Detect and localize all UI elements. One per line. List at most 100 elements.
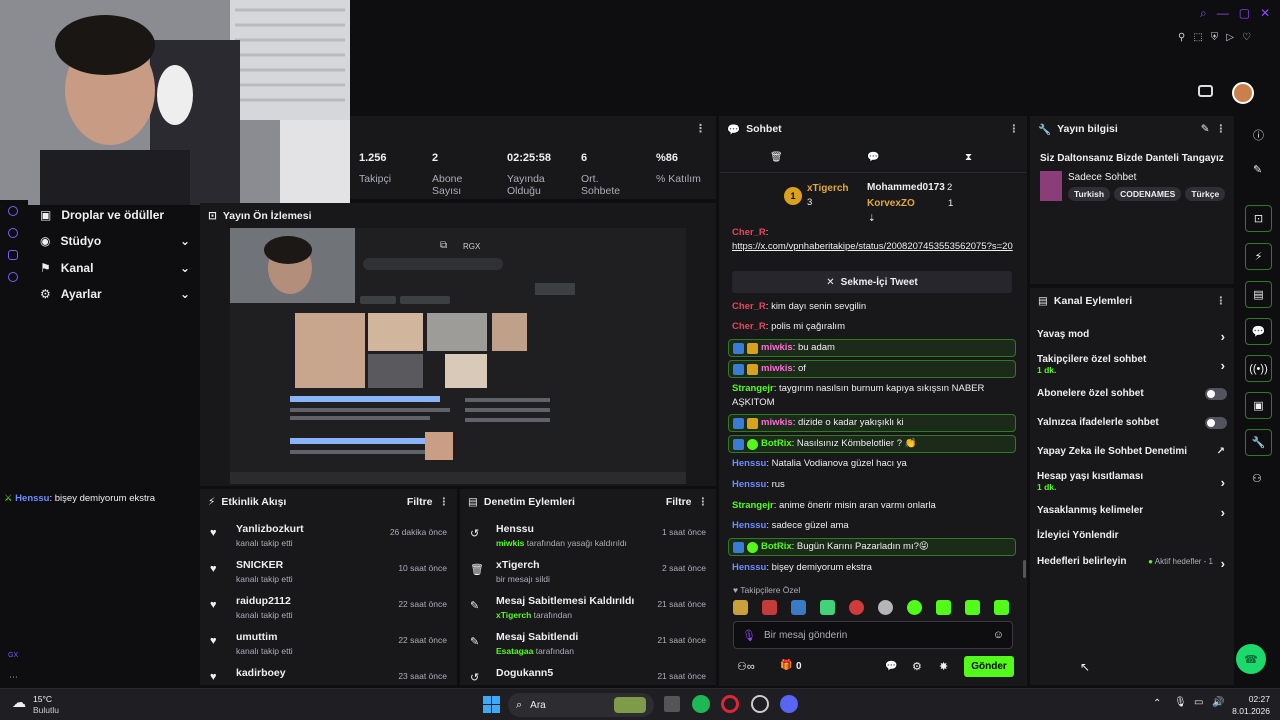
chat-username[interactable]: miwkis	[761, 342, 793, 353]
chat-username[interactable]: miwkis	[761, 417, 793, 428]
kebab-menu-icon[interactable]: ⋮	[1009, 123, 1020, 135]
maximize-icon[interactable]: ▢	[1239, 6, 1250, 21]
subscribers-only-action[interactable]: Abonelere özel sohbet	[1037, 388, 1227, 400]
chat-link[interactable]: https://x.com/vpnhaberitakipe/status/200…	[732, 241, 1013, 252]
inline-tweet-button[interactable]: ✕ Sekme-İçi Tweet	[732, 271, 1012, 293]
camera-icon[interactable]: ⊡	[1245, 205, 1272, 232]
chat-username[interactable]: Henssu	[732, 520, 766, 531]
avatar[interactable]	[1232, 82, 1254, 104]
broadcast-icon[interactable]: ((•))	[1245, 355, 1272, 382]
category-thumbnail[interactable]	[1040, 171, 1062, 201]
wrench-icon[interactable]: 🔧	[1245, 429, 1272, 456]
chat-username[interactable]: Henssu	[732, 479, 766, 490]
filter-button[interactable]: Filtre	[407, 496, 433, 508]
emote-icon[interactable]	[791, 600, 806, 615]
activity-user[interactable]: umuttim	[236, 631, 293, 643]
shield-icon[interactable]: ⛨	[1211, 32, 1219, 43]
more-icon[interactable]: ⋯	[9, 672, 18, 683]
nav-studio[interactable]: ◉ Stüdyo ⌄	[40, 234, 190, 248]
play-icon[interactable]: ▷	[1226, 32, 1234, 43]
chat-input[interactable]: 🎙 Bir mesaj gönderin ☺	[733, 621, 1013, 649]
chat-scrollbar[interactable]	[1023, 560, 1026, 578]
windows-start-icon[interactable]	[483, 696, 500, 713]
account-age-action[interactable]: Hesap yaşı kısıtlaması 1 dk. ›	[1037, 471, 1227, 492]
chat-username[interactable]: BotRix	[761, 541, 792, 552]
bolt-icon[interactable]: ⚡	[1245, 243, 1272, 270]
ai-moderation-action[interactable]: Yapay Zeka ile Sohbet Denetimi ↗	[1037, 446, 1227, 457]
support-button[interactable]: ☎	[1236, 644, 1266, 674]
chat-username[interactable]: Cher_R	[732, 301, 766, 312]
moderation-target[interactable]: Dogukann5	[496, 667, 553, 679]
heart-icon[interactable]: ♡	[1242, 32, 1251, 43]
clock-time[interactable]: 02:27	[1238, 694, 1270, 704]
leader-name[interactable]: KorvexZO	[867, 198, 915, 209]
banned-words-action[interactable]: Yasaklanmış kelimeler ›	[1037, 505, 1227, 520]
moderation-actor[interactable]: miwkis	[496, 538, 524, 548]
tray-chevron-icon[interactable]: ⌃	[1153, 698, 1161, 709]
gift-icon[interactable]: 🎁	[780, 660, 792, 671]
discord-icon[interactable]	[780, 695, 798, 713]
raid-action[interactable]: İzleyici Yönlendir	[1037, 530, 1227, 541]
chat-username[interactable]: BotRix	[761, 438, 792, 449]
kebab-menu-icon[interactable]: ⋮	[439, 496, 450, 508]
nav-channel[interactable]: ⚑ Kanal ⌄	[40, 261, 190, 275]
steam-icon[interactable]	[751, 695, 769, 713]
gear-icon[interactable]: ⚙	[912, 660, 922, 673]
stream-key-icon[interactable]	[1198, 85, 1213, 97]
layout-icon[interactable]: ▣	[1245, 392, 1272, 419]
spotify-icon[interactable]	[692, 695, 710, 713]
moderation-target[interactable]: Henssu	[496, 523, 627, 535]
badge-icon[interactable]: ✸	[939, 660, 948, 673]
chat-icon[interactable]: 💬	[1245, 318, 1272, 345]
leader-name[interactable]: Mohammed0173	[867, 182, 945, 193]
followers-only-action[interactable]: Takipçilere özel sohbet 1 dk. ›	[1037, 354, 1227, 375]
edit-icon[interactable]: ✎	[1253, 163, 1262, 176]
slow-mode-action[interactable]: Yavaş mod ›	[1037, 329, 1227, 344]
microphone-icon[interactable]: 🎙	[1174, 697, 1187, 708]
emote-icon[interactable]	[878, 600, 893, 615]
filter-button[interactable]: Filtre	[666, 496, 692, 508]
clock-date[interactable]: 8.01.2026	[1228, 706, 1270, 716]
send-button[interactable]: Gönder	[964, 656, 1014, 677]
display-icon[interactable]: ▭	[1194, 697, 1203, 708]
chat-username[interactable]: Strangejr	[732, 383, 774, 394]
tag-chip[interactable]: Türkçe	[1185, 187, 1226, 201]
popout-icon[interactable]: ⧉	[440, 240, 447, 251]
crop-icon[interactable]: ⬚	[1193, 32, 1202, 43]
users-link-icon[interactable]: ⚇∞	[737, 660, 755, 673]
emote-icon[interactable]	[820, 600, 835, 615]
emote-icon[interactable]	[762, 600, 777, 615]
emote-only-action[interactable]: Yalnızca ifadelerle sohbet	[1037, 417, 1227, 429]
chat-bubble-icon[interactable]: 💬	[867, 152, 879, 163]
stream-preview-video[interactable]: ⧉ RGX	[230, 228, 686, 484]
emote-icon[interactable]	[907, 600, 922, 615]
search-icon[interactable]: ⌕	[1200, 6, 1207, 21]
emote-icon[interactable]	[965, 600, 980, 615]
kebab-menu-icon[interactable]: ⋮	[698, 496, 709, 508]
chat-username[interactable]: Strangejr	[732, 500, 774, 511]
edit-icon[interactable]: ✎	[1201, 123, 1210, 135]
moderation-target[interactable]: xTigerch	[496, 559, 550, 571]
document-icon[interactable]: ▤	[1245, 281, 1272, 308]
stream-category[interactable]: Sadece Sohbet	[1068, 172, 1136, 183]
trash-icon[interactable]: 🗑	[770, 152, 783, 163]
activity-user[interactable]: kadirboey	[236, 667, 286, 679]
microphone-icon[interactable]: 🎙	[742, 629, 756, 642]
emoji-icon[interactable]: ☺	[993, 629, 1004, 641]
activity-user[interactable]: raidup2112	[236, 595, 293, 607]
moderation-actor[interactable]: Esatagaa	[496, 646, 533, 656]
chevron-down-icon[interactable]: ⇣	[868, 213, 876, 224]
rail-icon[interactable]	[8, 206, 18, 216]
minimize-icon[interactable]: —	[1217, 6, 1229, 21]
pin-icon[interactable]: ⚲	[1178, 32, 1185, 43]
tag-chip[interactable]: Turkish	[1068, 187, 1111, 201]
opera-icon[interactable]	[721, 695, 739, 713]
emote-icon[interactable]	[994, 600, 1009, 615]
chat-username[interactable]: Cher_R	[732, 227, 766, 238]
settings-icon[interactable]	[8, 272, 18, 282]
chat-bubble-icon[interactable]: 💬	[885, 661, 897, 672]
info-icon[interactable]: ⓘ	[1253, 127, 1264, 143]
weather-icon[interactable]: ☁	[12, 694, 26, 711]
kebab-menu-icon[interactable]: ⋮	[1216, 295, 1227, 307]
emote-icon[interactable]	[733, 600, 748, 615]
